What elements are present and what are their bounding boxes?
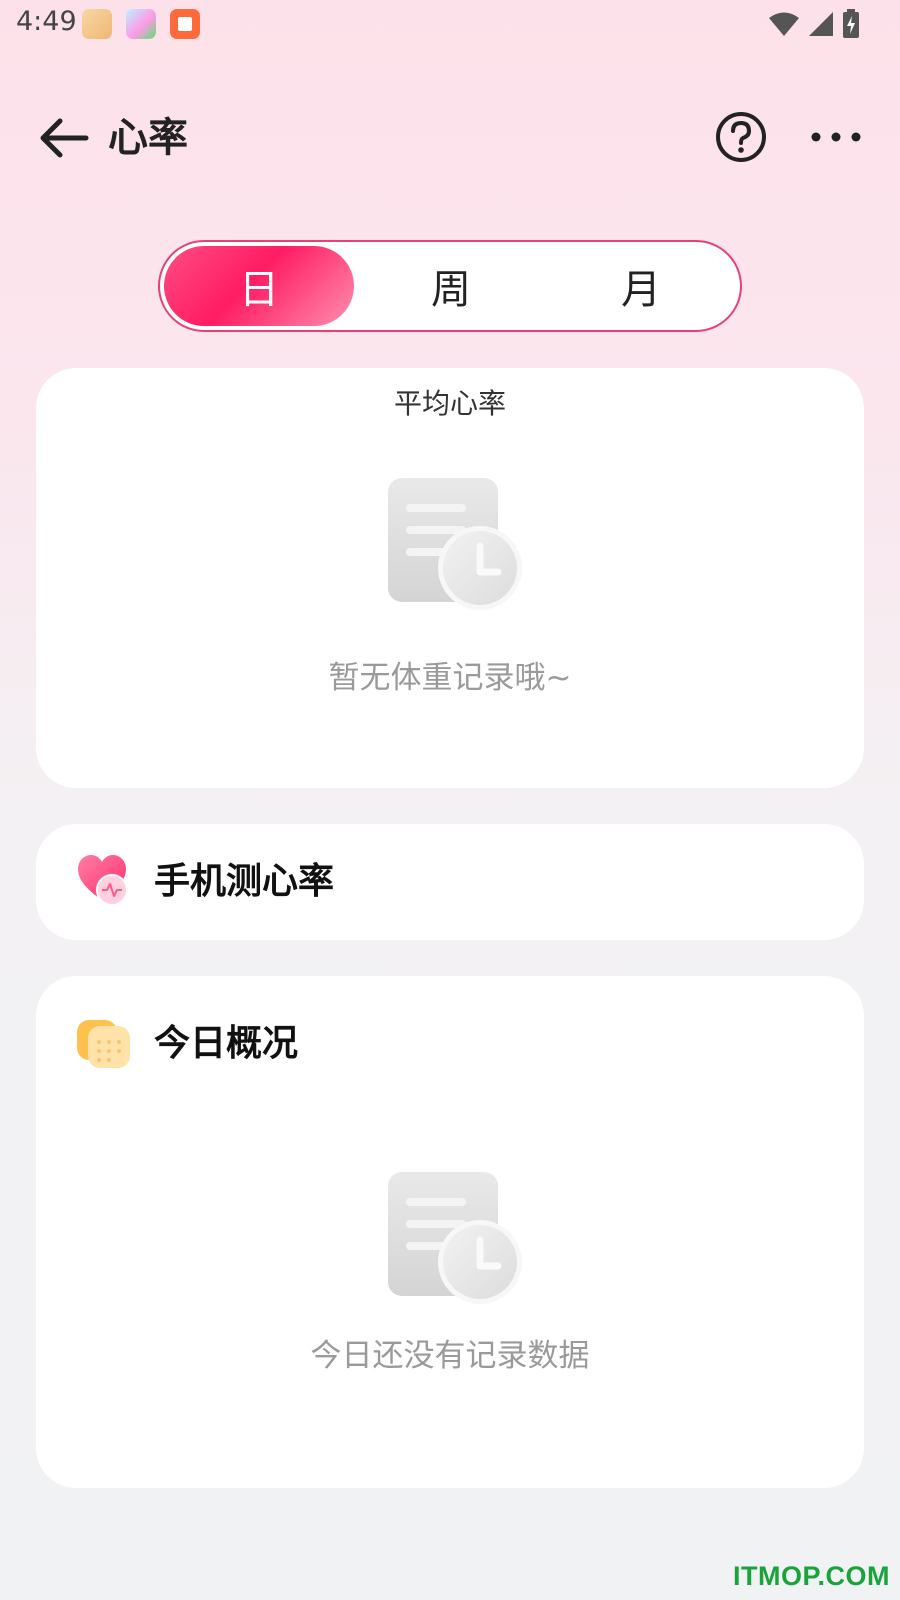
more-options-button[interactable] (806, 114, 866, 160)
battery-charging-icon (843, 9, 859, 38)
status-icons (768, 8, 860, 40)
tab-month[interactable]: 月 (546, 246, 736, 326)
tab-day[interactable]: 日 (164, 246, 354, 326)
period-tabs: 日 周 月 (158, 240, 742, 332)
calendar-icon (77, 1020, 130, 1068)
phone-measure-title: 手机测心率 (154, 861, 335, 902)
status-bar: 4:49 (0, 0, 900, 48)
app-notification-icon-book (170, 9, 200, 39)
empty-record-clipboard-icon (388, 1172, 522, 1304)
app-notification-icon-cat (82, 9, 112, 39)
wifi-icon (769, 12, 799, 36)
phone-measure-heart-rate-card[interactable]: 手机测心率 (36, 824, 864, 940)
today-overview-title: 今日概况 (154, 1023, 299, 1064)
more-horizontal-icon (811, 132, 861, 142)
empty-record-clipboard-icon (388, 478, 522, 610)
status-time: 4:49 (16, 6, 77, 37)
average-heart-rate-card: 平均心率 暂无体重记录哦~ (36, 368, 864, 788)
watermark: ITMOP.COM (732, 1561, 890, 1591)
tab-week[interactable]: 周 (356, 246, 546, 326)
question-circle-icon (716, 112, 766, 162)
average-empty-message: 暂无体重记录哦~ (328, 660, 572, 696)
signal-icon (809, 12, 833, 36)
help-button[interactable] (714, 110, 768, 164)
today-overview-card: 今日概况 今日还没有记录数据 (36, 976, 864, 1488)
back-button[interactable] (34, 110, 94, 166)
today-empty-message: 今日还没有记录数据 (310, 1338, 590, 1374)
heart-pulse-icon (78, 855, 128, 906)
average-heart-rate-title: 平均心率 (393, 387, 506, 420)
page-title: 心率 (108, 115, 188, 161)
app-notification-icon-avatar (126, 9, 156, 39)
app-header: 心率 (0, 100, 900, 176)
arrow-left-icon (40, 118, 89, 158)
